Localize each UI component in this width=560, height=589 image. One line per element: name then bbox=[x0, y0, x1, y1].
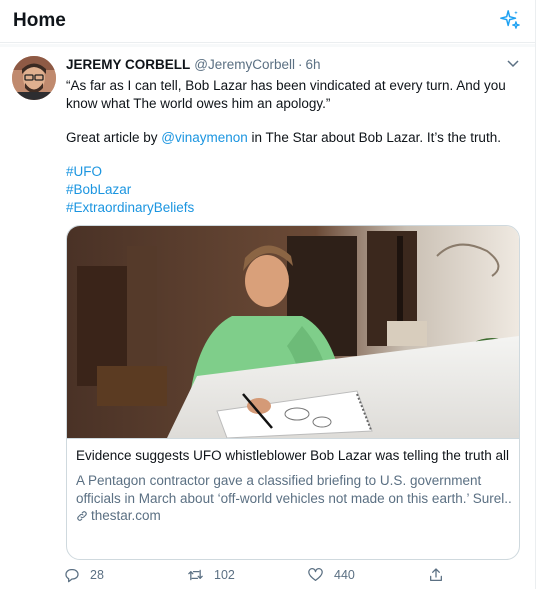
avatar-image bbox=[12, 56, 56, 100]
tweet-text-segment: in The Star about Bob Lazar. It’s the tr… bbox=[247, 130, 501, 145]
hashtag-link[interactable]: #BobLazar bbox=[66, 181, 131, 199]
tweet-author-line: JEREMY CORBELL @JeremyCorbell · 6h bbox=[66, 57, 321, 72]
like-button[interactable]: 440 bbox=[307, 565, 355, 585]
reply-count: 28 bbox=[90, 568, 104, 582]
card-domain-text: thestar.com bbox=[91, 508, 161, 523]
retweet-icon bbox=[188, 569, 203, 581]
reply-icon bbox=[65, 569, 79, 583]
tweet-text-line: know what The world owes him an apology.… bbox=[66, 96, 331, 111]
retweet-button[interactable]: 102 bbox=[187, 565, 235, 585]
heart-icon bbox=[308, 568, 323, 581]
tweet-actions: 28 102 440 bbox=[0, 565, 535, 589]
link-icon bbox=[77, 511, 87, 521]
column-border bbox=[535, 0, 536, 589]
page-title: Home bbox=[13, 10, 66, 31]
author-handle[interactable]: @JeremyCorbell bbox=[194, 57, 295, 72]
card-divider bbox=[67, 438, 519, 439]
author-name[interactable]: JEREMY CORBELL bbox=[66, 57, 190, 72]
card-description: A Pentagon contractor gave a classified … bbox=[76, 473, 482, 488]
share-button[interactable] bbox=[428, 565, 454, 585]
tweet-text-segment: Great article by bbox=[66, 130, 162, 145]
card-title[interactable]: Evidence suggests UFO whistleblower Bob … bbox=[76, 448, 512, 463]
link-card[interactable]: Evidence suggests UFO whistleblower Bob … bbox=[66, 225, 520, 560]
timeline-header: Home bbox=[0, 0, 535, 43]
sparkle-icon[interactable] bbox=[499, 9, 521, 31]
mention-link[interactable]: @vinaymenon bbox=[161, 130, 248, 145]
separator-dot: · bbox=[298, 57, 303, 72]
reply-button[interactable]: 28 bbox=[64, 565, 104, 585]
tweet[interactable]: JEREMY CORBELL @JeremyCorbell · 6h “As far … bbox=[0, 47, 535, 589]
card-domain: thestar.com bbox=[76, 508, 161, 523]
tweet-text-line: “As far as I can tell, Bob Lazar has bee… bbox=[66, 78, 506, 93]
hashtag-link[interactable]: #ExtraordinaryBeliefs bbox=[66, 199, 194, 217]
hashtag-link[interactable]: #UFO bbox=[66, 163, 102, 181]
share-icon bbox=[430, 568, 442, 581]
card-image bbox=[67, 226, 519, 438]
chevron-down-icon[interactable] bbox=[506, 59, 520, 69]
tweet-time[interactable]: 6h bbox=[306, 57, 321, 72]
retweet-count: 102 bbox=[214, 568, 235, 582]
like-count: 440 bbox=[334, 568, 355, 582]
card-description: officials in March about ‘off-world vehi… bbox=[76, 491, 512, 506]
avatar[interactable] bbox=[12, 56, 56, 100]
tweet-text-line: Great article by @vinaymenon in The Star… bbox=[66, 129, 501, 147]
